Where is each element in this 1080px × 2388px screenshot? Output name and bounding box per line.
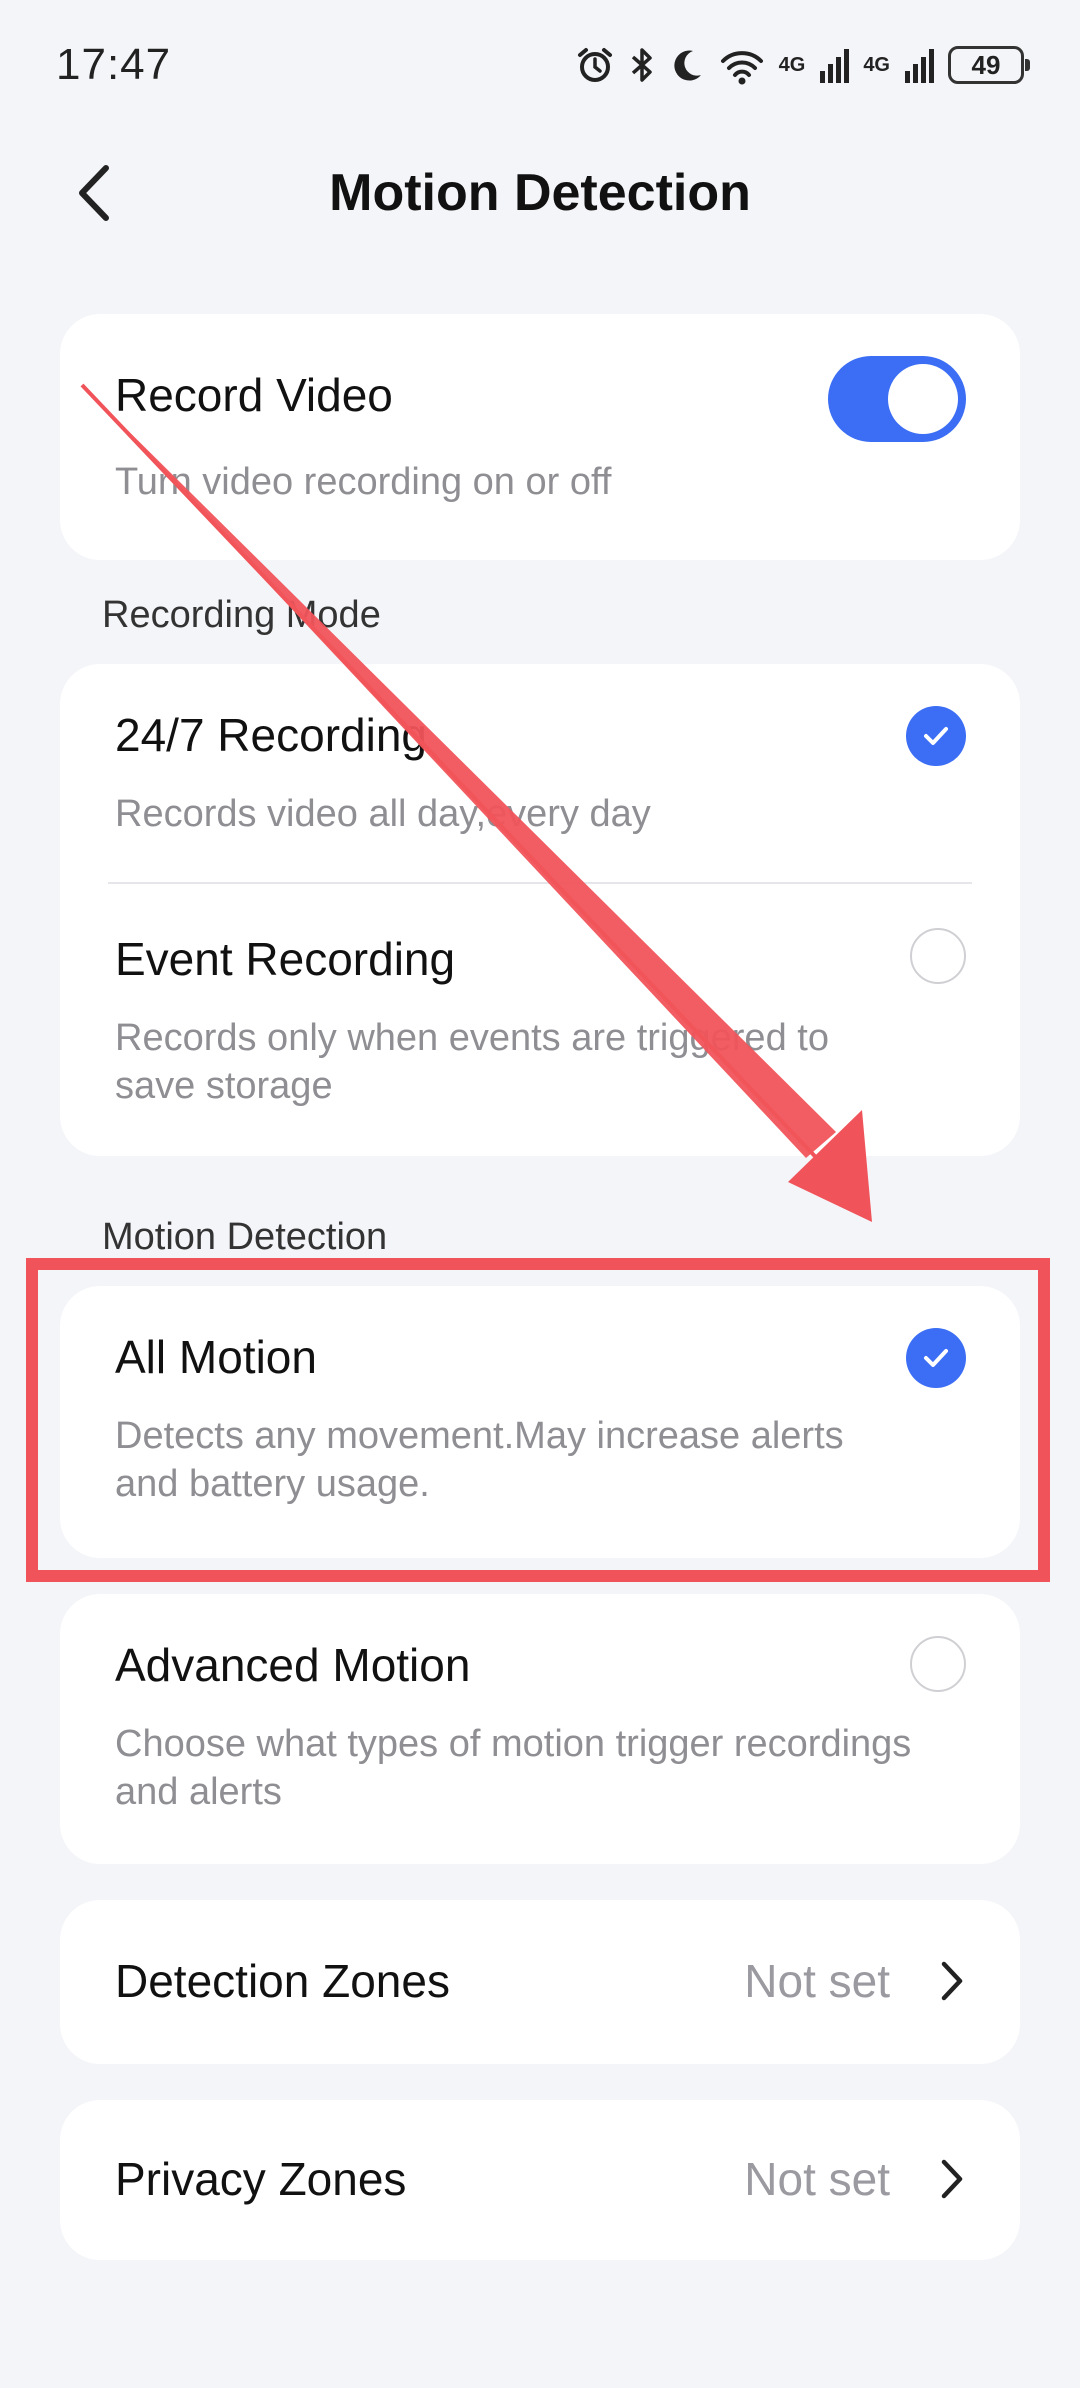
signal-icon-1 <box>820 49 850 83</box>
status-icons: 4G 4G 49 <box>575 40 1030 90</box>
bluetooth-icon <box>631 48 652 82</box>
record-video-subtitle: Turn video recording on or off <box>115 461 612 503</box>
recording-mode-card: 24/7 Recording Records video all day,eve… <box>60 664 1020 1156</box>
top-bar: Motion Detection <box>0 140 1080 250</box>
option-subtitle: Detects any movement.May increase alerts… <box>115 1415 844 1505</box>
network-type-2: 4G <box>863 53 890 76</box>
privacy-zones-value: Not set <box>744 2153 890 2205</box>
recording-mode-label: Recording Mode <box>102 594 381 636</box>
page-title: Motion Detection <box>329 164 751 222</box>
option-title: 24/7 Recording <box>115 709 427 761</box>
all-motion-card[interactable]: All Motion Detects any movement.May incr… <box>60 1286 1020 1558</box>
detection-zones-row[interactable]: Detection Zones Not set <box>60 1900 1020 2064</box>
radio-unselected-icon[interactable] <box>910 928 966 984</box>
privacy-zones-title: Privacy Zones <box>115 2153 407 2205</box>
option-subtitle: Records video all day,every day <box>115 793 651 835</box>
option-title: All Motion <box>115 1331 317 1383</box>
detection-zones-value: Not set <box>744 1955 890 2007</box>
battery-icon: 49 <box>948 46 1030 84</box>
check-icon[interactable] <box>906 1328 966 1388</box>
wifi-icon <box>720 51 763 85</box>
record-video-toggle[interactable] <box>828 356 966 442</box>
check-icon[interactable] <box>906 706 966 766</box>
option-title: Event Recording <box>115 933 456 985</box>
option-subtitle: Choose what types of motion trigger reco… <box>115 1723 912 1813</box>
alarm-icon <box>577 48 612 82</box>
record-video-title: Record Video <box>115 369 393 421</box>
option-subtitle: Records only when events are triggered t… <box>115 1017 829 1107</box>
motion-detection-label: Motion Detection <box>102 1216 388 1258</box>
status-time: 17:47 <box>56 40 172 89</box>
status-bar: 17:47 4G 4G 49 <box>0 0 1080 130</box>
moon-icon <box>673 50 701 81</box>
chevron-right-icon <box>941 2159 963 2199</box>
record-video-card: Record Video Turn video recording on or … <box>60 314 1020 560</box>
signal-icon-2 <box>905 49 934 83</box>
advanced-motion-card[interactable]: Advanced Motion Choose what types of mot… <box>60 1594 1020 1864</box>
battery-level: 49 <box>971 49 1001 80</box>
radio-unselected-icon[interactable] <box>910 1636 966 1692</box>
privacy-zones-row[interactable]: Privacy Zones Not set <box>60 2100 1020 2260</box>
toggle-knob <box>888 364 958 434</box>
divider <box>108 882 972 884</box>
detection-zones-title: Detection Zones <box>115 1955 450 2007</box>
chevron-right-icon <box>941 1961 963 2001</box>
option-title: Advanced Motion <box>115 1639 471 1691</box>
network-type-1: 4G <box>778 53 806 76</box>
